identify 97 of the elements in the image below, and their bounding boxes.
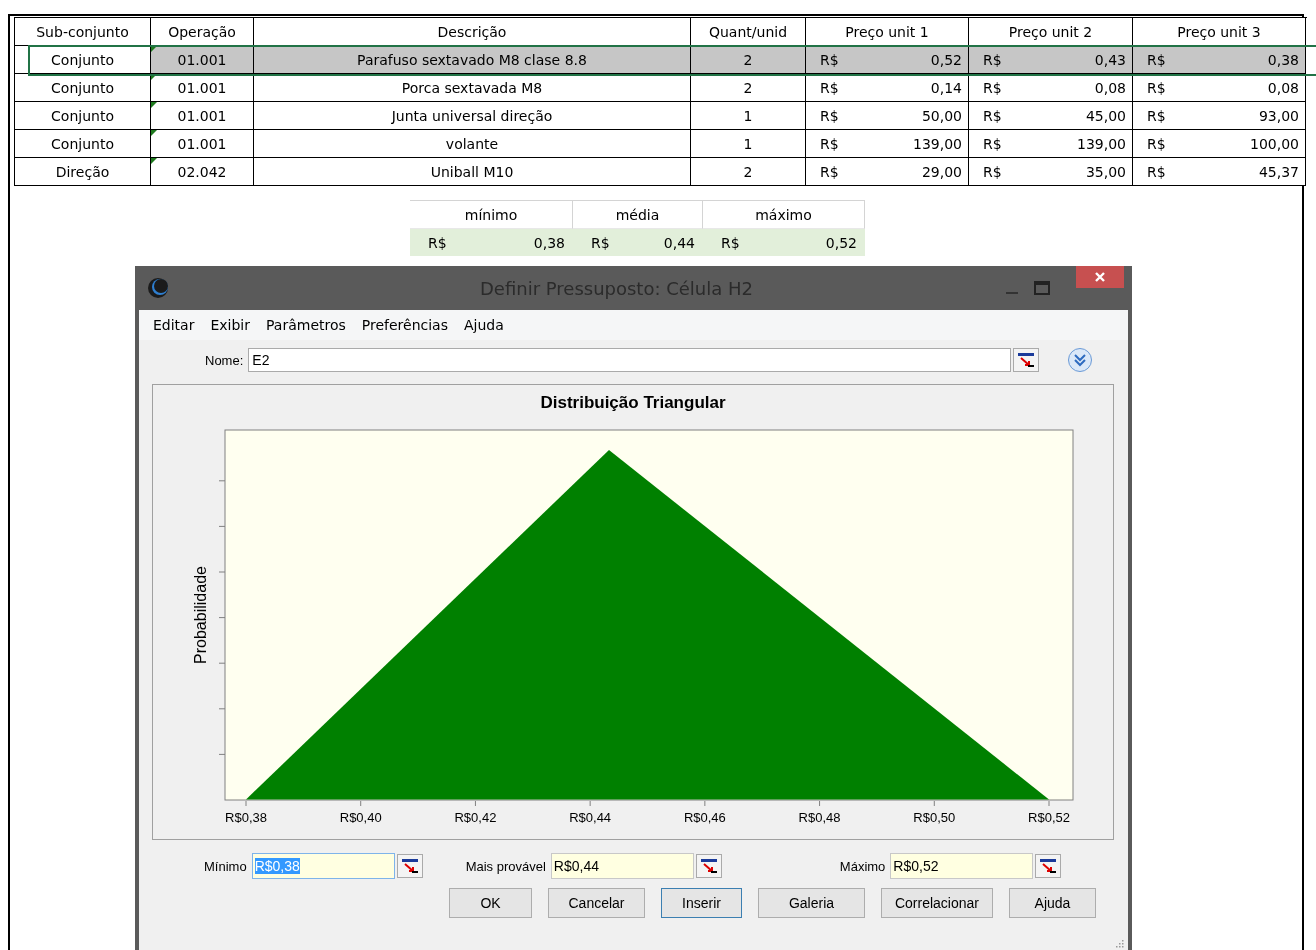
menu-item[interactable]: Ajuda	[456, 317, 512, 333]
summary-amount: 0,38	[533, 234, 565, 251]
menu-item[interactable]: Parâmetros	[258, 317, 354, 333]
currency-symbol: R$	[1147, 135, 1166, 152]
price-amount: 93,00	[1258, 107, 1299, 124]
parameter-field[interactable]: R$0,52	[890, 853, 1034, 879]
x-tick-label: R$0,44	[569, 810, 612, 825]
cell-reference-icon[interactable]	[695, 854, 722, 878]
price-amount: 0,43	[1094, 51, 1126, 68]
x-tick-label: R$0,48	[798, 810, 841, 825]
app-logo-icon	[147, 277, 169, 299]
cell-reference-icon[interactable]	[1035, 854, 1062, 878]
x-tick-label: R$0,46	[683, 810, 726, 825]
dialog-button[interactable]: Galeria	[758, 888, 865, 918]
table-cell: Conjunto	[15, 102, 151, 130]
parameter-label: Máximo	[839, 858, 886, 874]
expand-icon[interactable]	[1067, 347, 1094, 373]
currency-symbol: R$	[820, 79, 839, 96]
currency-symbol: R$	[983, 163, 1002, 180]
x-tick-label: R$0,38	[225, 810, 267, 825]
currency-symbol: R$	[820, 107, 839, 124]
close-icon[interactable]	[1076, 266, 1124, 288]
name-field[interactable]: E2	[248, 348, 1012, 372]
summary-header: máximo	[703, 200, 865, 229]
price-amount: 100,00	[1250, 135, 1299, 152]
table-cell: 01.001	[151, 102, 254, 130]
menu-item[interactable]: Exibir	[202, 317, 258, 333]
dialog-button[interactable]: OK	[449, 888, 532, 918]
cell-reference-icon[interactable]	[1013, 348, 1040, 372]
table-cell: 2	[691, 46, 806, 74]
table-cell: Uniball M10	[254, 158, 691, 186]
price-amount: 139,00	[913, 135, 962, 152]
currency-symbol: R$	[983, 107, 1002, 124]
chart-title: Distribuição Triangular	[540, 393, 726, 412]
dialog-button[interactable]: Ajuda	[1009, 888, 1096, 918]
table-cell: 01.001	[151, 46, 254, 74]
table-cell: Porca sextavada M8	[254, 74, 691, 102]
table-cell: Conjunto	[15, 130, 151, 158]
summary-header: média	[573, 200, 703, 229]
currency-symbol: R$	[428, 234, 447, 251]
table-cell: 1	[691, 130, 806, 158]
parameter-field[interactable]: R$0,44	[550, 853, 694, 879]
table-cell: Conjunto	[15, 74, 151, 102]
table-cell: 2	[691, 158, 806, 186]
price-amount: 0,38	[1267, 51, 1299, 68]
currency-symbol: R$	[1147, 163, 1166, 180]
currency-symbol: R$	[1147, 107, 1166, 124]
table-cell: 01.001	[151, 74, 254, 102]
x-tick-label: R$0,40	[339, 810, 382, 825]
table-cell: 02.042	[151, 158, 254, 186]
price-amount: 0,08	[1267, 79, 1299, 96]
currency-symbol: R$	[721, 234, 740, 251]
table-cell: volante	[254, 130, 691, 158]
y-axis-label: Probabilidade	[192, 566, 209, 664]
summary-amount: 0,44	[663, 234, 695, 251]
name-label: Nome:	[205, 352, 244, 368]
dialog-button[interactable]: Inserir	[661, 888, 742, 918]
table-cell: Junta universal direção	[254, 102, 691, 130]
price-amount: 0,08	[1094, 79, 1126, 96]
column-header: Sub-conjunto	[15, 18, 151, 46]
price-amount: 45,00	[1085, 107, 1126, 124]
currency-symbol: R$	[1147, 79, 1166, 96]
price-amount: 29,00	[921, 163, 962, 180]
table-cell: 01.001	[151, 130, 254, 158]
currency-symbol: R$	[591, 234, 610, 251]
dialog-button[interactable]: Cancelar	[548, 888, 645, 918]
currency-symbol: R$	[820, 163, 839, 180]
table-cell: 2	[691, 74, 806, 102]
currency-symbol: R$	[983, 79, 1002, 96]
price-amount: 35,00	[1085, 163, 1126, 180]
parameter-label: Mais provável	[465, 858, 546, 874]
price-amount: 0,14	[930, 79, 962, 96]
menu-item[interactable]: Editar	[145, 317, 203, 333]
price-amount: 45,37	[1258, 163, 1299, 180]
table-cell: Direção	[15, 158, 151, 186]
table-cell: Conjunto	[15, 46, 151, 74]
cell-reference-icon[interactable]	[396, 854, 423, 878]
dialog-button[interactable]: Correlacionar	[881, 888, 993, 918]
resize-grip-icon[interactable]	[1114, 938, 1124, 948]
currency-symbol: R$	[983, 135, 1002, 152]
currency-symbol: R$	[820, 135, 839, 152]
table-cell: Parafuso sextavado M8 clase 8.8	[254, 46, 691, 74]
x-tick-label: R$0,52	[1028, 810, 1070, 825]
x-tick-label: R$0,42	[454, 810, 497, 825]
price-amount: 50,00	[921, 107, 962, 124]
maximize-icon[interactable]	[1034, 281, 1050, 295]
price-amount: 0,52	[930, 51, 962, 68]
table-cell: 1	[691, 102, 806, 130]
parameter-label: Mínimo	[204, 858, 247, 874]
currency-symbol: R$	[1147, 51, 1166, 68]
price-amount: 139,00	[1077, 135, 1126, 152]
currency-symbol: R$	[820, 51, 839, 68]
x-tick-label: R$0,50	[913, 810, 956, 825]
summary-amount: 0,52	[825, 234, 857, 251]
menu-item[interactable]: Preferências	[353, 317, 456, 333]
summary-header: mínimo	[410, 200, 573, 229]
currency-symbol: R$	[983, 51, 1002, 68]
